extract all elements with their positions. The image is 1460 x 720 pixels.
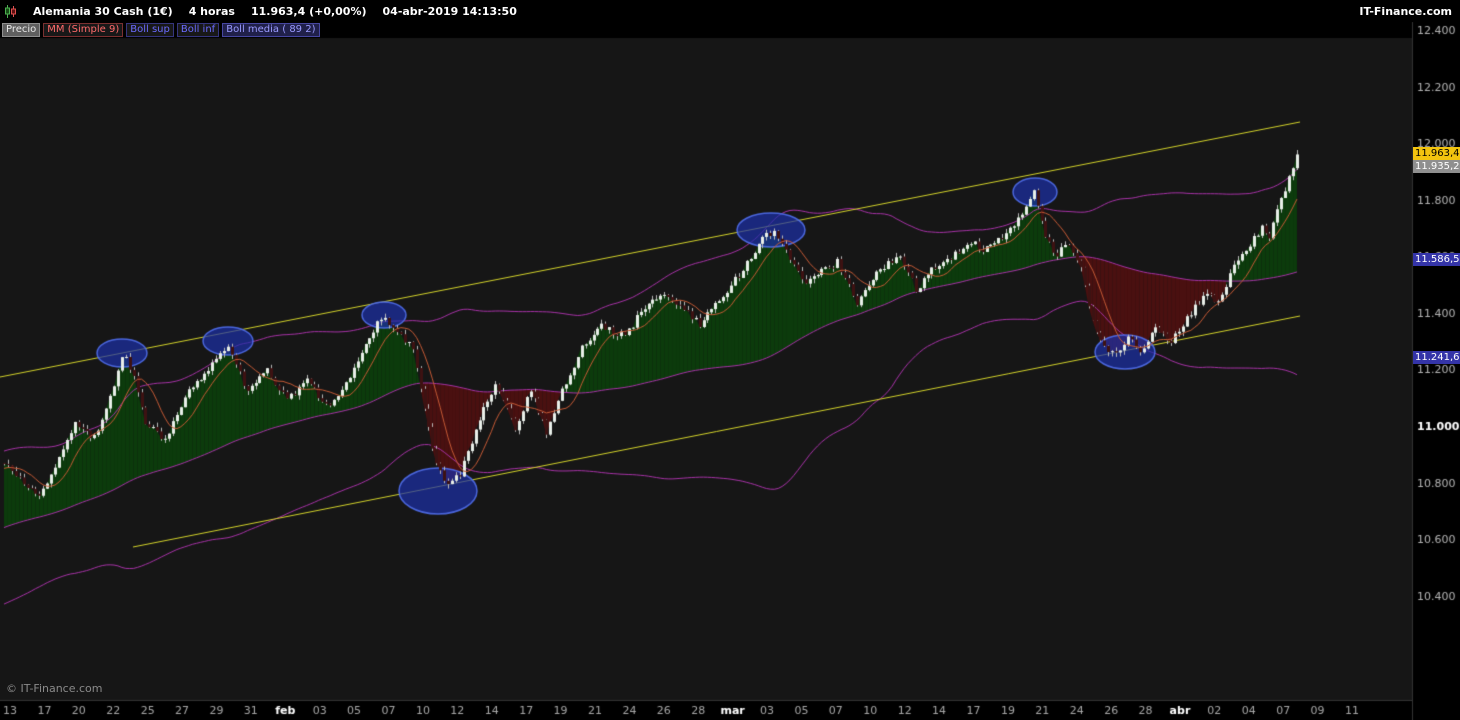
price-tag: 11.241,6: [1413, 351, 1460, 364]
indicator-row: Precio MM (Simple 9) Boll sup Boll inf B…: [0, 22, 320, 38]
title-bar: Alemania 30 Cash (1€) 4 horas 11.963,4 (…: [0, 0, 1460, 22]
last-price-change: 11.963,4 (+0,00%): [251, 5, 367, 18]
watermark: © IT-Finance.com: [6, 682, 103, 695]
price-tag: 11.586,5: [1413, 253, 1460, 266]
price-tag: 11.935,2: [1413, 160, 1460, 173]
price-chart[interactable]: [0, 0, 1460, 720]
indicator-chip-boll-inf[interactable]: Boll inf: [177, 23, 219, 37]
chart-window: Alemania 30 Cash (1€) 4 horas 11.963,4 (…: [0, 0, 1460, 720]
brand-link[interactable]: IT-Finance.com: [1359, 5, 1452, 18]
price-tag: 11.963,4: [1413, 147, 1460, 160]
instrument-title: Alemania 30 Cash (1€): [33, 5, 173, 18]
candlestick-icon: [4, 5, 17, 18]
indicator-chip-precio[interactable]: Precio: [2, 23, 40, 37]
indicator-chip-boll-sup[interactable]: Boll sup: [126, 23, 174, 37]
indicator-chip-boll-media[interactable]: Boll media ( 89 2): [222, 23, 319, 37]
indicator-chip-mm-simple9[interactable]: MM (Simple 9): [43, 23, 123, 37]
timeframe-label[interactable]: 4 horas: [189, 5, 235, 18]
datetime-label: 04-abr-2019 14:13:50: [383, 5, 517, 18]
